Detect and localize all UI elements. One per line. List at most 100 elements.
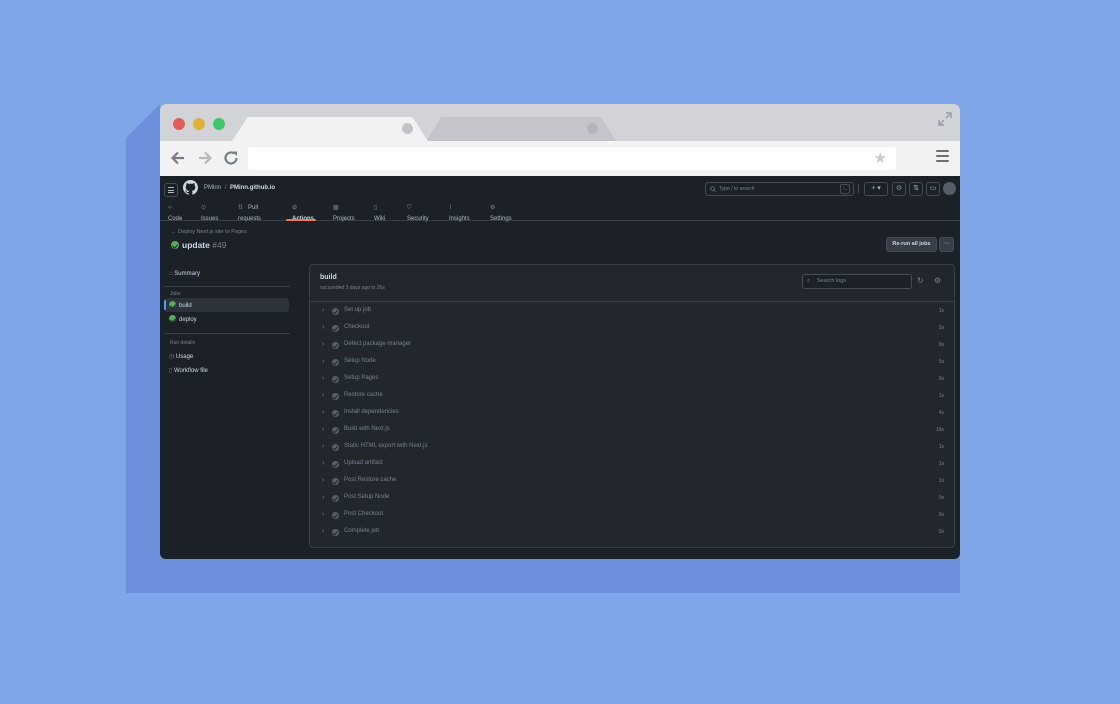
breadcrumb-separator: / <box>224 185 227 191</box>
step-row[interactable]: › Detect package manager 0s <box>310 338 954 355</box>
step-duration: 2s <box>938 325 944 331</box>
backdrop-shadow-corner <box>126 104 160 138</box>
tab-issues[interactable]: ⊙Issues <box>201 203 218 222</box>
github-logo-icon[interactable] <box>183 180 198 200</box>
chevron-right-icon: › <box>322 528 325 535</box>
step-row[interactable]: › Post Setup Node 0s <box>310 491 954 508</box>
search-icon <box>710 186 716 194</box>
projects-icon: ▦ <box>333 205 339 211</box>
reload-icon[interactable] <box>222 149 240 167</box>
step-label: Restore cache <box>344 392 383 398</box>
hamburger-menu-icon[interactable] <box>164 183 178 197</box>
workflow-breadcrumb[interactable]: ← Deploy Next.js site to Pages <box>171 229 247 235</box>
run-title: update <box>182 240 210 250</box>
sidebar-item-usage[interactable]: ◷ Usage <box>169 353 193 360</box>
browser-window: ★ PMinn / PMinn.github.io Type / to sear… <box>160 104 960 559</box>
chevron-right-icon: › <box>322 409 325 416</box>
forward-arrow-icon[interactable] <box>196 149 214 167</box>
search-logs-placeholder: Search logs <box>817 278 847 284</box>
sidebar-item-deploy[interactable]: deploy <box>169 315 197 323</box>
step-label: Build with Next.js <box>344 426 390 432</box>
success-check-icon <box>332 495 339 502</box>
more-options-button[interactable]: ··· <box>939 237 954 252</box>
success-check-icon <box>332 512 339 519</box>
tab-pull-requests[interactable]: ⇅ Pull requests <box>238 203 261 222</box>
issues-icon[interactable]: ⊙ <box>892 182 906 196</box>
step-row[interactable]: › Post Restore cache 1s <box>310 474 954 491</box>
github-page: PMinn / PMinn.github.io Type / to search… <box>160 176 960 559</box>
tab-close-icon[interactable] <box>402 123 413 134</box>
divider <box>164 333 290 334</box>
tab-insights[interactable]: ⌇Insights <box>449 203 470 222</box>
address-bar[interactable]: ★ <box>248 147 896 170</box>
step-row[interactable]: › Build with Next.js 18s <box>310 423 954 440</box>
chevron-right-icon: › <box>322 324 325 331</box>
minimize-window-button[interactable] <box>193 118 205 130</box>
create-new-button[interactable]: + ▾ <box>864 182 888 196</box>
success-check-icon <box>332 342 339 349</box>
step-row[interactable]: › Install dependencies 4s <box>310 406 954 423</box>
search-logs-input[interactable]: ⌕ Search logs <box>802 274 912 289</box>
repo-breadcrumb: PMinn / PMinn.github.io <box>204 185 275 191</box>
step-duration: 0s <box>938 529 944 535</box>
tab-security[interactable]: ⛉Security <box>407 203 429 222</box>
github-header: PMinn / PMinn.github.io Type / to search… <box>160 176 960 222</box>
rerun-all-jobs-button[interactable]: Re-run all jobs <box>886 237 937 252</box>
browser-tab-inactive[interactable] <box>426 117 616 141</box>
bookmark-star-icon[interactable]: ★ <box>874 150 887 167</box>
global-search-input[interactable]: Type / to search ›_ <box>705 182 854 196</box>
chevron-right-icon: › <box>322 341 325 348</box>
pull-requests-icon[interactable]: ⇅ <box>909 182 923 196</box>
success-check-icon <box>332 359 339 366</box>
repo-link[interactable]: PMinn.github.io <box>230 185 275 191</box>
sidebar-item-summary[interactable]: ⌂ Summary <box>169 271 200 277</box>
step-row[interactable]: › Set up job 1s <box>310 304 954 321</box>
tab-settings[interactable]: ⚙Settings <box>490 203 512 222</box>
job-status: succeeded 3 days ago in 26s <box>320 285 385 291</box>
step-duration: 0s <box>938 495 944 501</box>
tab-strip <box>160 104 960 141</box>
success-check-icon <box>332 376 339 383</box>
step-duration: 0s <box>938 342 944 348</box>
step-label: Upload artifact <box>344 460 383 466</box>
chevron-right-icon: › <box>322 358 325 365</box>
tab-code[interactable]: ‹›Code <box>168 203 182 222</box>
step-row[interactable]: › Setup Node 5s <box>310 355 954 372</box>
step-row[interactable]: › Setup Pages 0s <box>310 372 954 389</box>
tab-projects[interactable]: ▦Projects <box>333 203 355 222</box>
header-divider <box>858 184 859 193</box>
gear-icon[interactable]: ⚙ <box>934 277 941 285</box>
inbox-icon[interactable]: ▭ <box>926 182 940 196</box>
refresh-icon[interactable]: ↻ <box>917 277 924 285</box>
tab-close-icon[interactable] <box>587 123 598 134</box>
insights-icon: ⌇ <box>449 205 452 211</box>
maximize-window-button[interactable] <box>213 118 225 130</box>
step-row[interactable]: › Restore cache 1s <box>310 389 954 406</box>
step-duration: 1s <box>938 308 944 314</box>
success-check-icon <box>332 325 339 332</box>
success-check-icon <box>332 410 339 417</box>
step-duration: 5s <box>938 359 944 365</box>
browser-tab-active[interactable] <box>232 117 428 141</box>
browser-menu-icon[interactable] <box>936 150 949 165</box>
avatar[interactable] <box>943 182 956 195</box>
close-window-button[interactable] <box>173 118 185 130</box>
step-row[interactable]: › Static HTML export with Next.js 1s <box>310 440 954 457</box>
tab-wiki[interactable]: ▯Wiki <box>374 203 385 222</box>
issue-icon: ⊙ <box>201 205 207 211</box>
tab-actions[interactable]: ⊙Actions <box>285 203 317 222</box>
owner-link[interactable]: PMinn <box>204 185 221 191</box>
fullscreen-icon[interactable] <box>938 112 952 126</box>
step-row[interactable]: › Post Checkout 0s <box>310 508 954 525</box>
step-row[interactable]: › Complete job 0s <box>310 525 954 542</box>
sidebar-item-build[interactable]: build <box>169 301 192 309</box>
sidebar-item-workflow-file[interactable]: ▯ Workflow file <box>169 367 208 374</box>
step-label: Setup Pages <box>344 375 379 381</box>
step-duration: 18s <box>935 427 944 433</box>
step-row[interactable]: › Checkout 2s <box>310 321 954 338</box>
step-label: Set up job <box>344 307 372 313</box>
back-arrow-icon[interactable] <box>169 149 187 167</box>
command-palette-icon[interactable]: ›_ <box>840 184 850 194</box>
chevron-right-icon: › <box>322 494 325 501</box>
step-row[interactable]: › Upload artifact 1s <box>310 457 954 474</box>
